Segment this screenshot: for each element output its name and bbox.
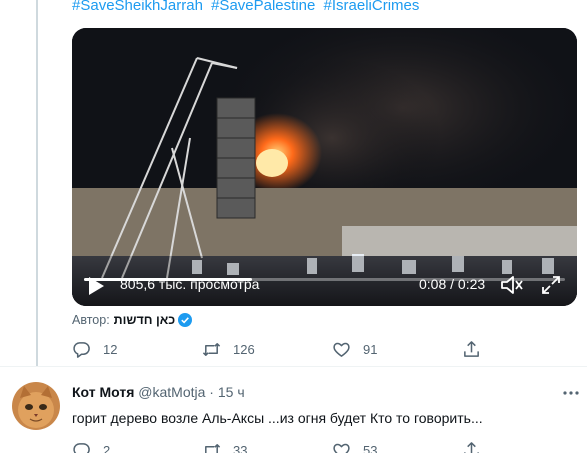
- like-button[interactable]: 91: [332, 340, 462, 359]
- reply-body-text: горит дерево возле Аль-Аксы ...из огня б…: [72, 410, 483, 426]
- video-frame: [72, 28, 577, 306]
- reply-timestamp[interactable]: 15 ч: [218, 384, 245, 400]
- share-icon: [464, 341, 479, 357]
- like-count: 53: [363, 443, 378, 453]
- share-button[interactable]: [462, 441, 587, 453]
- reply-button[interactable]: 12: [72, 340, 202, 359]
- retweet-icon: [202, 343, 221, 356]
- hashtag-row: #SaveSheikhJarrah #SavePalestine #Israel…: [72, 0, 423, 14]
- tweet-divider: [0, 366, 587, 367]
- retweet-button[interactable]: 33: [202, 441, 332, 453]
- reply-button[interactable]: 2: [72, 441, 202, 453]
- more-options-icon[interactable]: [562, 384, 580, 402]
- author-name[interactable]: כאן חדשות: [114, 313, 176, 327]
- reply-header: Кот Мотя @katMotja · 15 ч: [72, 384, 245, 400]
- play-icon[interactable]: [86, 275, 106, 297]
- share-icon: [464, 442, 479, 453]
- video-author: Автор: כאן חדשות: [72, 313, 193, 327]
- retweet-button[interactable]: 126: [202, 340, 332, 359]
- heart-icon: [333, 342, 350, 357]
- video-view-count: 805,6 тыс. просмотра: [120, 276, 260, 292]
- reply-separator: ·: [209, 384, 214, 400]
- reply-display-name[interactable]: Кот Мотя: [72, 384, 134, 400]
- author-label: Автор:: [72, 313, 110, 327]
- reply-count: 12: [103, 342, 118, 357]
- reply-action-bar: 2 33 53: [72, 441, 587, 453]
- hashtag-link[interactable]: #IsraeliCrimes: [324, 0, 420, 14]
- heart-icon: [333, 443, 350, 453]
- video-timestamp: 0:08 / 0:23: [419, 276, 486, 292]
- verified-badge-icon: [178, 313, 193, 327]
- reply-icon: [73, 342, 90, 358]
- fullscreen-icon[interactable]: [540, 274, 562, 296]
- reply-icon: [73, 443, 90, 453]
- avatar[interactable]: [12, 382, 60, 430]
- share-button[interactable]: [462, 340, 587, 359]
- like-button[interactable]: 53: [332, 441, 462, 453]
- retweet-count: 126: [233, 342, 255, 357]
- like-count: 91: [363, 342, 378, 357]
- hashtag-link[interactable]: #SaveSheikhJarrah: [72, 0, 203, 14]
- reply-count: 2: [103, 443, 111, 453]
- retweet-count: 33: [233, 443, 248, 453]
- tweet-action-bar: 12 126 91: [72, 340, 587, 359]
- video-player[interactable]: 805,6 тыс. просмотра 0:08 / 0:23: [72, 28, 577, 306]
- reply-handle[interactable]: @katMotja: [138, 384, 205, 400]
- mute-icon[interactable]: [500, 274, 524, 296]
- retweet-icon: [205, 444, 221, 453]
- hashtag-link[interactable]: #SavePalestine: [211, 0, 315, 14]
- thread-line: [36, 0, 38, 366]
